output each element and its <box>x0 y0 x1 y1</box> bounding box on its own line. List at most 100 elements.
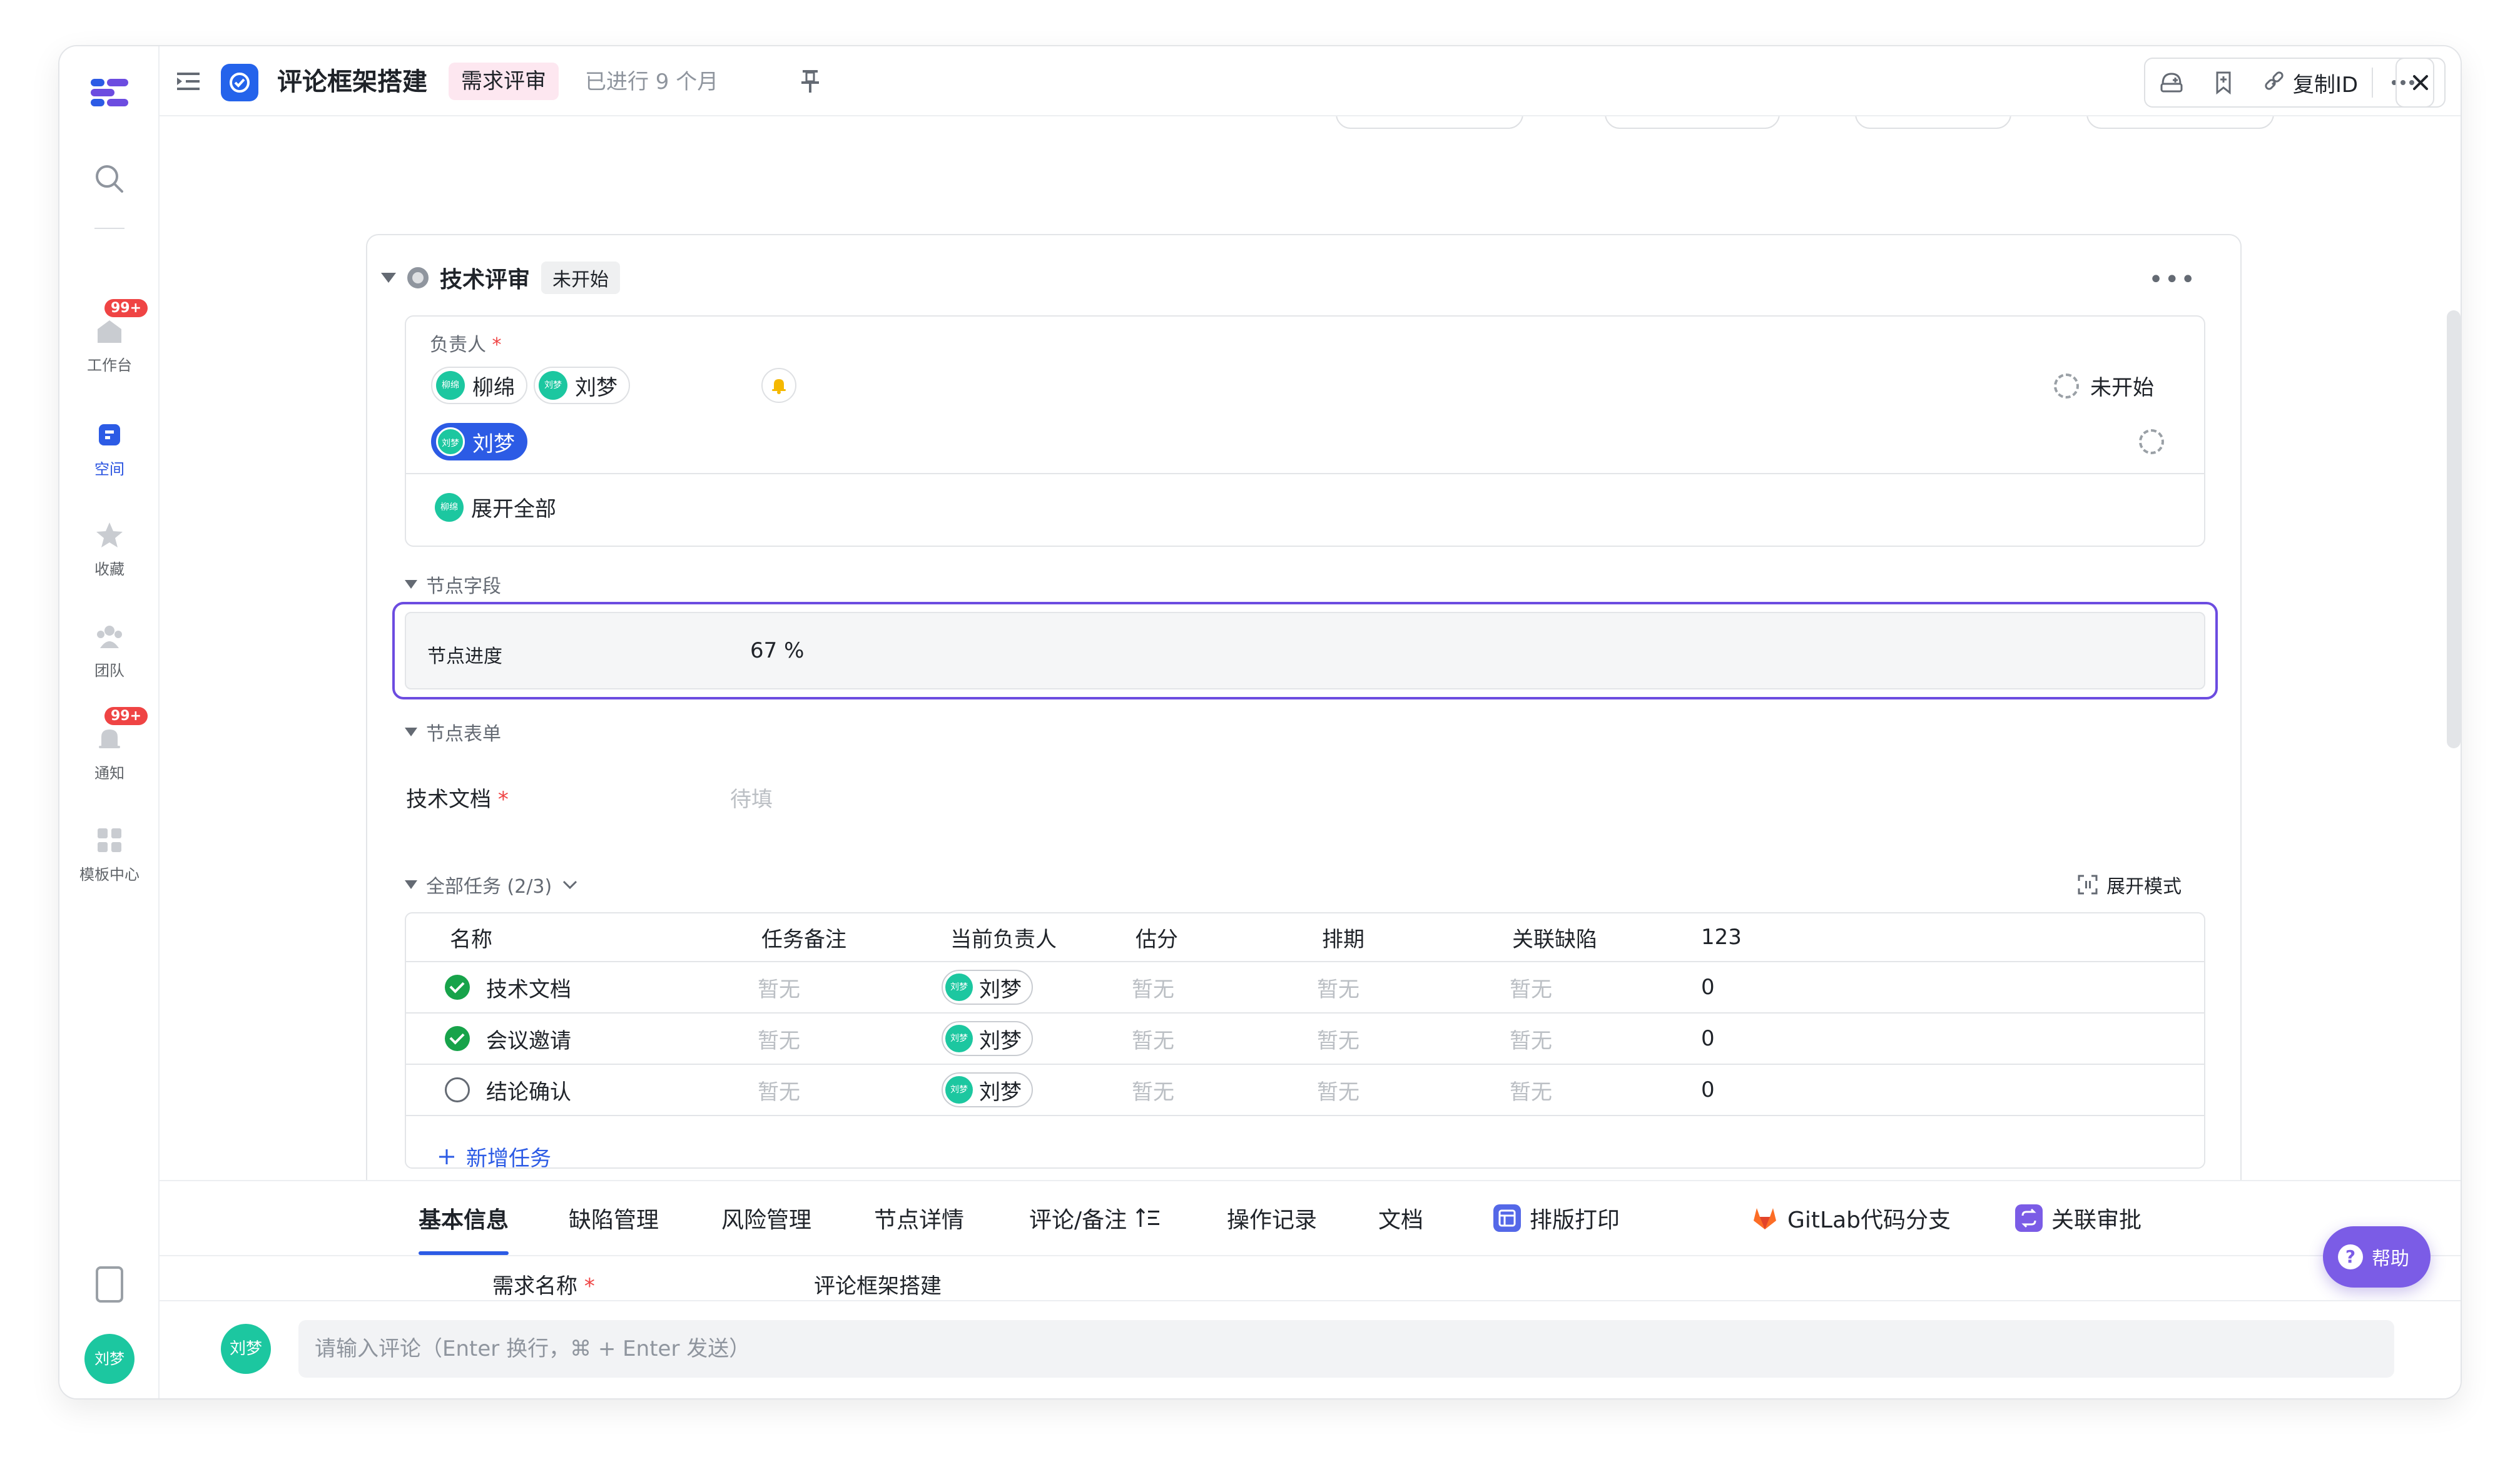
owner-chip[interactable]: 刘梦 刘梦 <box>942 1072 1033 1107</box>
remind-button[interactable] <box>761 368 796 403</box>
stage-pill[interactable] <box>2086 116 2274 129</box>
task-schedule[interactable]: 暂无 <box>1317 1065 1359 1115</box>
tab-risks[interactable]: 风险管理 <box>721 1181 811 1255</box>
sidebar-item-favorites[interactable]: 收藏 <box>59 519 160 579</box>
sort-icon[interactable] <box>1136 1207 1161 1229</box>
section-tasks[interactable]: 全部任务 (2/3) <box>405 871 579 898</box>
owner-chip[interactable]: 刘梦 刘梦 <box>942 970 1033 1005</box>
task-note[interactable]: 暂无 <box>758 1065 800 1115</box>
tab-basic-info[interactable]: 基本信息 <box>419 1181 509 1255</box>
avatar: 柳绵 <box>435 492 464 522</box>
task-extra[interactable]: 0 <box>1701 1014 1715 1064</box>
add-task-button[interactable]: 新增任务 <box>437 1141 551 1169</box>
expand-all-button[interactable]: 柳绵 展开全部 <box>435 492 556 522</box>
type-tag[interactable]: 需求评审 <box>449 63 559 100</box>
home-icon <box>98 320 121 343</box>
task-name[interactable]: 结论确认 <box>486 1075 571 1106</box>
column-header: 123 <box>1701 925 1742 950</box>
pin-icon[interactable] <box>798 68 823 95</box>
task-extra[interactable]: 0 <box>1701 962 1715 1012</box>
owner-section: 负责人 * 柳绵 柳绵 刘梦 刘梦 未开始 刘梦 刘梦 柳绵 展开全部 <box>405 315 2205 547</box>
field-value[interactable]: 67 % <box>750 638 804 663</box>
table-row[interactable]: 会议邀请 暂无 刘梦 刘梦 暂无 暂无 暂无 0 <box>406 1014 2204 1065</box>
sidebar-item-space[interactable]: 空间 <box>59 419 160 479</box>
section-node-form[interactable]: 节点表单 <box>405 718 501 746</box>
sidebar-item-team[interactable]: 团队 <box>59 621 160 680</box>
task-estimate[interactable]: 暂无 <box>1132 962 1174 1012</box>
task-name[interactable]: 会议邀请 <box>486 1024 571 1054</box>
help-button[interactable]: ? 帮助 <box>2323 1226 2431 1288</box>
task-name[interactable]: 技术文档 <box>486 972 571 1003</box>
tab-defects[interactable]: 缺陷管理 <box>569 1181 659 1255</box>
card-more-icon[interactable]: ••• <box>2148 265 2197 294</box>
tab-comments[interactable]: 评论/备注 <box>1029 1181 1161 1255</box>
task-estimate[interactable]: 暂无 <box>1132 1014 1174 1064</box>
column-header: 当前负责人 <box>950 927 1057 952</box>
table-row[interactable]: 技术文档 暂无 刘梦 刘梦 暂无 暂无 暂无 0 <box>406 962 2204 1014</box>
tab-gitlab[interactable]: GitLab代码分支 <box>1751 1181 1951 1255</box>
table-row[interactable]: 结论确认 暂无 刘梦 刘梦 暂无 暂无 暂无 0 <box>406 1065 2204 1116</box>
collapse-sidebar-icon[interactable] <box>176 70 201 93</box>
owner-chip[interactable]: 柳绵 柳绵 <box>431 367 527 404</box>
mobile-icon[interactable] <box>96 1266 123 1303</box>
sidebar-divider <box>94 228 124 229</box>
tab-label: 节点详情 <box>874 1207 965 1233</box>
tab-label: 风险管理 <box>721 1207 812 1233</box>
owner-chip[interactable]: 刘梦 刘梦 <box>942 1021 1033 1056</box>
form-field-value[interactable]: 待填 <box>730 782 773 813</box>
watch-icon <box>2160 73 2183 93</box>
owner-chip[interactable]: 刘梦 刘梦 <box>534 367 630 404</box>
task-defects[interactable]: 暂无 <box>1510 962 1552 1012</box>
avatar: 刘梦 <box>436 427 465 456</box>
app-logo[interactable] <box>87 70 132 115</box>
node-progress-field[interactable]: 节点进度 67 % <box>392 602 2218 699</box>
chevron-down-icon[interactable] <box>381 273 396 283</box>
watch-button[interactable] <box>2145 59 2198 106</box>
task-table: 名称 任务备注 当前负责人 估分 排期 关联缺陷 123 技术文档 暂无 刘梦刘… <box>405 912 2205 1169</box>
field-value[interactable]: 评论框架搭建 <box>814 1269 942 1299</box>
close-button[interactable] <box>2396 58 2446 108</box>
todo-circle-icon[interactable] <box>445 1077 470 1102</box>
copy-id-button[interactable]: 复制ID <box>2249 59 2372 106</box>
task-note[interactable]: 暂无 <box>758 1014 800 1064</box>
avatar: 柳绵 <box>436 371 465 400</box>
bookmark-button[interactable] <box>2198 59 2249 106</box>
task-schedule[interactable]: 暂无 <box>1317 1014 1359 1064</box>
view-mode-button[interactable]: 展开模式 <box>2076 871 2182 898</box>
status-pending-icon[interactable] <box>2139 429 2164 454</box>
comment-input[interactable] <box>298 1320 2394 1378</box>
task-extra[interactable]: 0 <box>1701 1065 1715 1115</box>
sidebar-item-notifications[interactable]: 通知 <box>59 723 160 783</box>
stage-pill[interactable] <box>1855 116 2011 129</box>
avatar: 刘梦 <box>221 1324 271 1374</box>
stage-pill[interactable] <box>1336 116 1523 129</box>
selected-owner-chip[interactable]: 刘梦 刘梦 <box>431 423 527 460</box>
tab-node-details[interactable]: 节点详情 <box>874 1181 964 1255</box>
task-note[interactable]: 暂无 <box>758 962 800 1012</box>
table-header: 名称 任务备注 当前负责人 估分 排期 关联缺陷 123 <box>406 913 2204 962</box>
sidebar-item-templates[interactable]: 模板中心 <box>59 825 160 884</box>
done-check-icon[interactable] <box>445 1026 470 1051</box>
stage-header[interactable]: 技术评审 未开始 <box>381 262 621 294</box>
column-header: 关联缺陷 <box>1512 927 1597 952</box>
sidebar-item-workbench[interactable]: 工作台 <box>59 315 160 375</box>
tab-approvals[interactable]: 关联审批 <box>2015 1181 2141 1255</box>
tab-label: 文档 <box>1378 1207 1424 1233</box>
template-icon <box>98 828 121 852</box>
task-estimate[interactable]: 暂无 <box>1132 1065 1174 1115</box>
user-avatar[interactable]: 刘梦 <box>84 1334 135 1384</box>
stage-pill[interactable] <box>1605 116 1780 129</box>
chevron-down-icon[interactable] <box>561 878 579 891</box>
scrollbar[interactable] <box>2447 310 2461 748</box>
search-icon[interactable] <box>92 161 127 196</box>
add-task-label: 新增任务 <box>466 1146 551 1169</box>
owner-status[interactable]: 未开始 <box>2054 370 2154 401</box>
done-check-icon[interactable] <box>445 975 470 1000</box>
task-defects[interactable]: 暂无 <box>1510 1014 1552 1064</box>
tab-print-layout[interactable]: 排版打印 <box>1493 1181 1620 1255</box>
section-node-fields[interactable]: 节点字段 <box>405 571 501 598</box>
tab-operation-log[interactable]: 操作记录 <box>1227 1181 1317 1255</box>
task-schedule[interactable]: 暂无 <box>1317 962 1359 1012</box>
tab-docs[interactable]: 文档 <box>1378 1181 1423 1255</box>
task-defects[interactable]: 暂无 <box>1510 1065 1552 1115</box>
